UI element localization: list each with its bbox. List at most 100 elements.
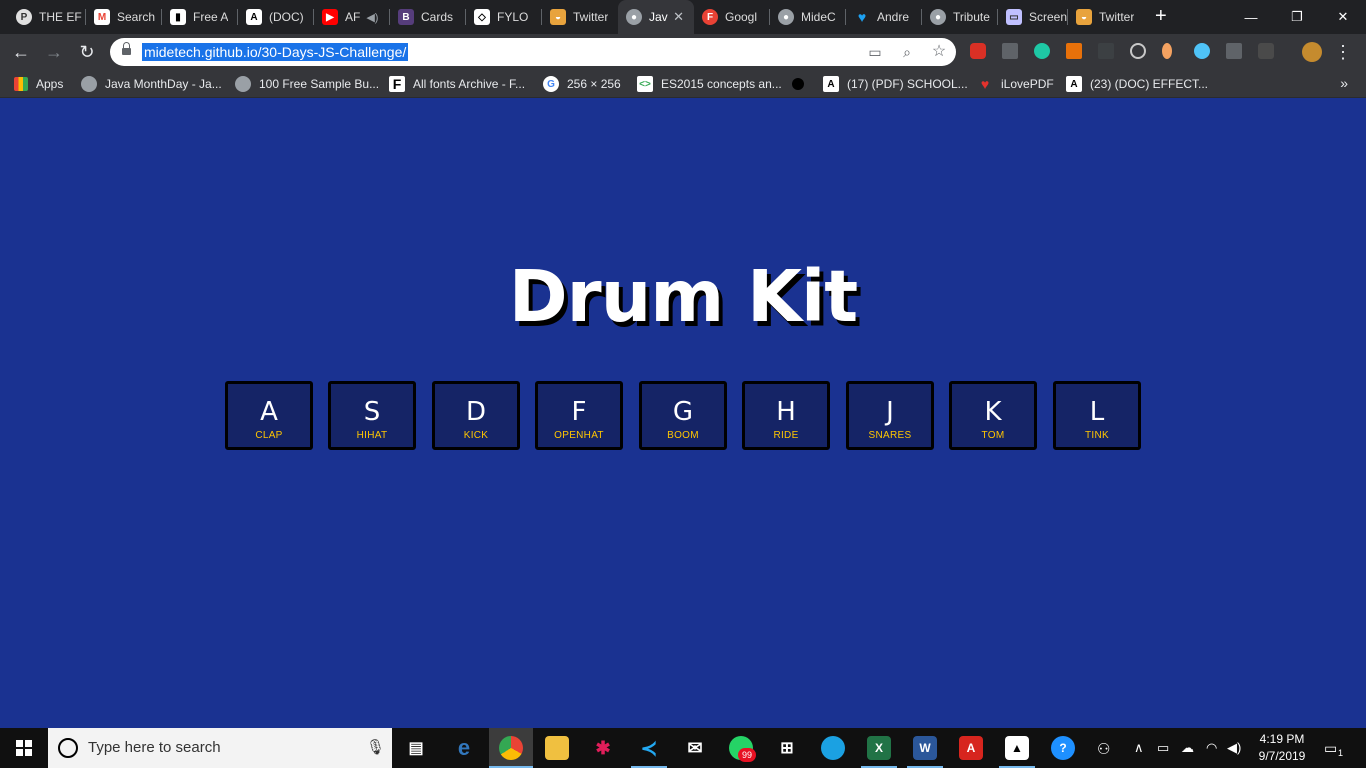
extension-icon[interactable] (1066, 43, 1082, 59)
speaker-icon[interactable]: ◀) (366, 11, 378, 24)
tab-13[interactable]: ▭ Screen (998, 0, 1068, 34)
onedrive-icon[interactable]: ☁ (1181, 740, 1194, 756)
bookmark-apps[interactable]: Apps (14, 75, 63, 93)
tab-12[interactable]: ● Tribute (922, 0, 998, 34)
address-bar[interactable]: midetech.github.io/30-Days-JS-Challenge/… (110, 38, 956, 66)
bookmark-ilovepdf[interactable]: ♥ iLovePDF (977, 75, 1054, 93)
tab-title: Tribute (953, 10, 990, 24)
menu-icon[interactable]: ⋮ (1332, 41, 1354, 63)
battery-icon[interactable]: ▭ (1157, 740, 1169, 756)
extension-icon[interactable] (1098, 43, 1114, 59)
notifications-icon[interactable]: ▭ (1324, 740, 1337, 757)
help-icon[interactable]: ? (1051, 736, 1075, 760)
taskbar-search[interactable]: Type here to search 🎙 (48, 728, 392, 768)
show-hidden-icons-icon[interactable]: ∧ (1134, 740, 1144, 756)
extension-icon[interactable] (1002, 43, 1018, 59)
volume-icon[interactable]: ◀) (1227, 740, 1241, 756)
forward-icon[interactable]: → (43, 41, 65, 63)
camera-icon[interactable] (1258, 43, 1274, 59)
drum-key-j[interactable]: J SNARES (846, 381, 934, 450)
react-devtools-icon[interactable] (1130, 43, 1146, 59)
back-icon[interactable]: ← (10, 41, 32, 63)
stop-extension-icon[interactable] (970, 43, 986, 59)
close-window-icon[interactable]: ✕ (1320, 0, 1366, 34)
close-tab-icon[interactable]: ✕ (673, 9, 684, 25)
tab-title: Twitter (573, 10, 609, 24)
bookmark-doc-effect[interactable]: A (23) (DOC) EFFECT... (1066, 75, 1208, 93)
cast-icon[interactable]: ▭ (866, 43, 884, 61)
tab-1[interactable]: M Search (86, 0, 162, 34)
bookmark-star-icon[interactable]: ☆ (930, 43, 948, 61)
bookmark-pdf-school[interactable]: A (17) (PDF) SCHOOL... (823, 75, 968, 93)
extension-icon[interactable] (1162, 43, 1172, 59)
bookmark-all-fonts[interactable]: F All fonts Archive - F... (389, 75, 525, 93)
bookmark-es2015[interactable]: <> ES2015 concepts an... (637, 75, 782, 93)
tab-7[interactable]: ◒ Twitter (542, 0, 618, 34)
edge-icon[interactable]: e (452, 735, 476, 760)
new-tab-icon[interactable]: + (1155, 5, 1167, 27)
mail-icon[interactable]: ✉ (683, 736, 707, 760)
bookmark-drop[interactable] (792, 75, 812, 93)
globe-icon: ● (626, 9, 642, 25)
maximize-icon[interactable]: ❐ (1274, 0, 1320, 34)
mercury-extension-icon[interactable] (1034, 43, 1050, 59)
bookmark-free-sample[interactable]: 100 Free Sample Bu... (235, 75, 379, 93)
bookmark-java-monthday[interactable]: Java MonthDay - Ja... (81, 75, 222, 93)
tab-14[interactable]: ◒ Twitter (1068, 0, 1144, 34)
tab-title: Andre (877, 10, 910, 24)
tab-0[interactable]: P THE EF (8, 0, 86, 34)
cortana-app-icon[interactable] (821, 736, 845, 760)
photos-icon[interactable]: ▲ (1005, 736, 1029, 760)
bookmark-256[interactable]: G 256 × 256 (543, 75, 621, 93)
key-letter: S (363, 397, 381, 427)
windows-taskbar: Type here to search 🎙 ▤ e ✱ ≺ ✉ 99 ⊞ X W… (0, 728, 1366, 768)
minimize-icon[interactable]: — (1228, 0, 1274, 34)
acrobat-icon[interactable]: A (959, 736, 983, 760)
extension-icon[interactable] (1194, 43, 1210, 59)
excel-icon[interactable]: X (867, 736, 891, 760)
bookmark-label: 256 × 256 (567, 77, 621, 91)
tab-4[interactable]: ▶ AF ◀) (314, 0, 390, 34)
store-icon[interactable]: ⊞ (775, 736, 799, 760)
avatar[interactable] (1302, 42, 1322, 62)
microphone-icon[interactable]: 🎙 (366, 738, 385, 756)
tab-10[interactable]: ● MideC (770, 0, 846, 34)
tab-2[interactable]: ▮ Free A (162, 0, 238, 34)
drum-key-k[interactable]: K TOM (949, 381, 1037, 450)
people-icon[interactable]: ⚇ (1097, 740, 1110, 758)
slack-icon[interactable]: ✱ (591, 736, 615, 760)
extension-icon[interactable] (1226, 43, 1242, 59)
drum-key-f[interactable]: F OPENHAT (535, 381, 623, 450)
task-view-icon[interactable]: ▤ (404, 736, 428, 760)
file-explorer-icon[interactable] (545, 736, 569, 760)
tab-8-active[interactable]: ● Jav ✕ (618, 0, 694, 34)
drum-key-d[interactable]: D KICK (432, 381, 520, 450)
vscode-icon[interactable]: ≺ (637, 736, 661, 760)
lock-icon[interactable] (122, 42, 131, 57)
start-button[interactable] (0, 728, 48, 768)
tab-3[interactable]: A (DOC) (238, 0, 314, 34)
tab-title: Jav (649, 10, 668, 24)
tab-5[interactable]: B Cards (390, 0, 466, 34)
reload-icon[interactable]: ↻ (76, 41, 98, 63)
drum-key-s[interactable]: S HIHAT (328, 381, 416, 450)
browser-toolbar: ← → ↻ midetech.github.io/30-Days-JS-Chal… (0, 34, 1366, 70)
tab-title: Cards (421, 10, 454, 24)
url-text[interactable]: midetech.github.io/30-Days-JS-Challenge/ (142, 43, 409, 61)
wifi-icon[interactable]: ◠ (1206, 740, 1217, 756)
bookmark-label: ES2015 concepts an... (661, 77, 782, 91)
clock-time: 4:19 PM (1259, 732, 1305, 746)
drum-key-l[interactable]: L TINK (1053, 381, 1141, 450)
tab-11[interactable]: ♥ Andre (846, 0, 922, 34)
tab-9[interactable]: F Googl (694, 0, 770, 34)
zoom-icon[interactable]: ⌕ (898, 43, 916, 61)
tab-6[interactable]: ◇ FYLO (466, 0, 542, 34)
taskbar-clock[interactable]: 4:19 PM 9/7/2019 (1246, 731, 1318, 765)
drum-key-a[interactable]: A CLAP (225, 381, 313, 450)
drum-key-g[interactable]: G BOOM (639, 381, 727, 450)
globe-icon (81, 76, 97, 92)
more-bookmarks-icon[interactable]: » (1340, 75, 1348, 91)
bookmark-label: (23) (DOC) EFFECT... (1090, 77, 1209, 91)
word-icon[interactable]: W (913, 736, 937, 760)
drum-key-h[interactable]: H RIDE (742, 381, 830, 450)
